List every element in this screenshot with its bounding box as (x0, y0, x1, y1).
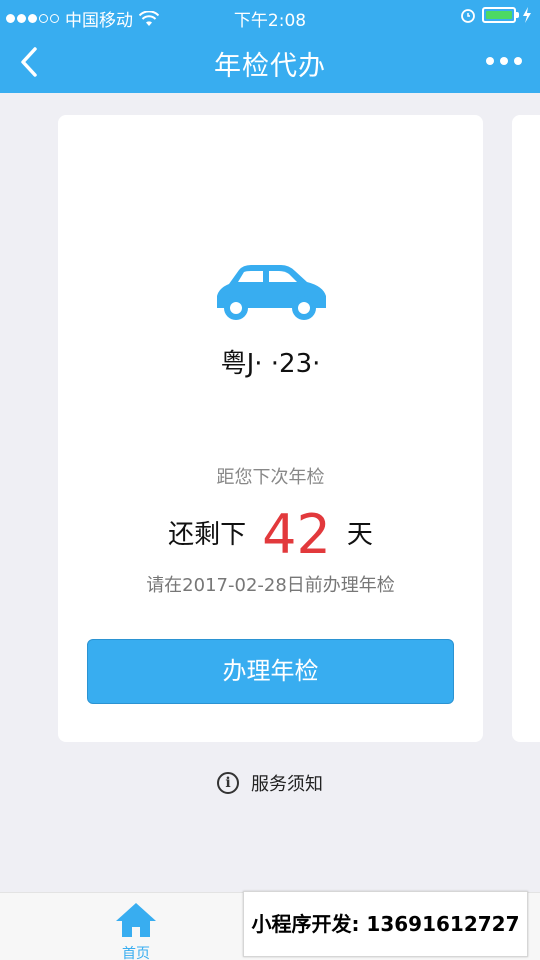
remaining-days: 还剩下 42 天 (58, 505, 483, 565)
status-time: 下午2:08 (233, 11, 307, 31)
header: 中国移动 下午2:08 年检代办 (0, 0, 540, 93)
charging-icon (523, 7, 531, 23)
info-icon: i (217, 772, 239, 794)
watermark-banner: 小程序开发: 13691612727 (243, 891, 528, 957)
tab-home-label: 首页 (122, 946, 150, 960)
service-notice-link[interactable]: i 服务须知 (0, 770, 540, 796)
inspection-card: 粤J· ·23· 距您下次年检 还剩下 42 天 请在2017-02-28日前办理年… (58, 115, 483, 742)
remain-suffix: 天 (346, 520, 373, 550)
page-title: 年检代办 (214, 51, 326, 82)
license-plate: 粤J· ·23· (220, 349, 321, 379)
service-notice-label: 服务须知 (251, 774, 323, 795)
car-icon (217, 265, 326, 320)
deadline-text: 请在2017-02-28日前办理年检 (146, 575, 395, 596)
alarm-icon (461, 9, 475, 23)
handle-inspection-button[interactable]: 办理年检 (87, 639, 454, 704)
nav-bar: 年检代办 (0, 32, 540, 93)
status-bar: 中国移动 下午2:08 (0, 0, 540, 32)
next-card-peek[interactable] (512, 115, 540, 742)
battery-icon (482, 7, 519, 23)
more-dots-icon[interactable] (486, 57, 522, 65)
until-label: 距您下次年检 (216, 467, 325, 488)
tab-home[interactable]: 首页 (96, 901, 176, 960)
remain-days-number: 42 (262, 503, 331, 566)
home-icon (116, 903, 156, 937)
remain-prefix: 还剩下 (168, 520, 247, 550)
